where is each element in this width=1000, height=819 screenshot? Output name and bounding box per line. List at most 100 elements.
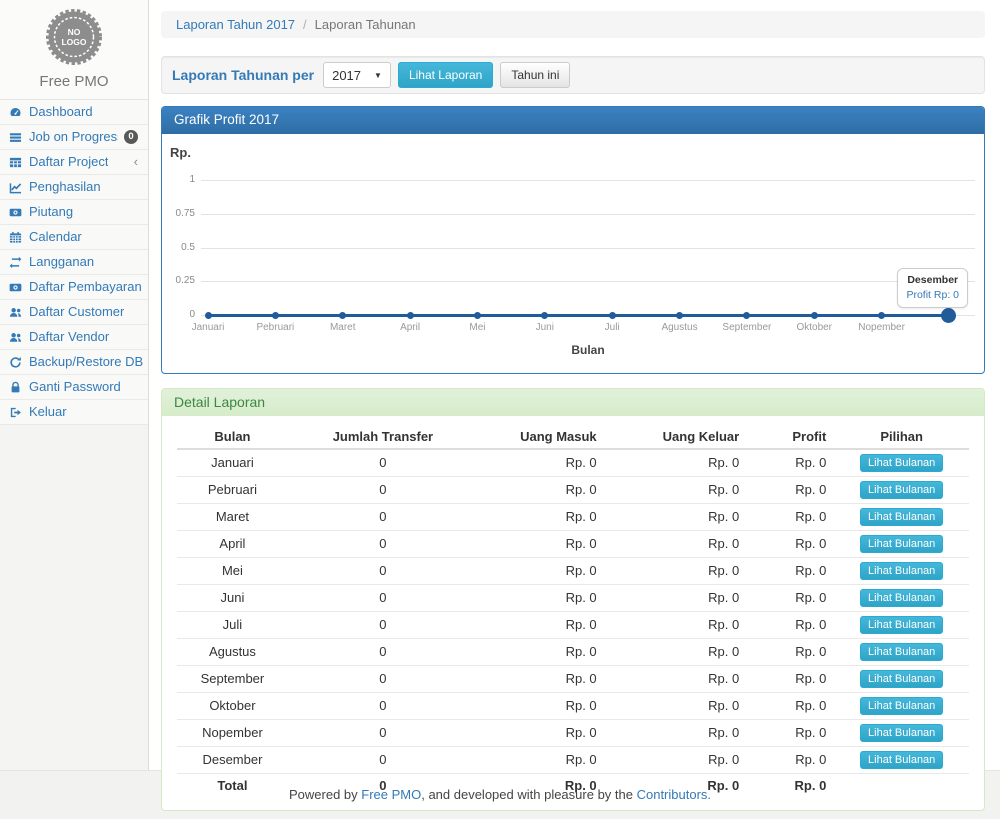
- view-monthly-button[interactable]: Lihat Bulanan: [860, 481, 943, 499]
- chart-tooltip-title: Desember: [906, 273, 959, 288]
- data-point-agustus[interactable]: [676, 312, 683, 319]
- sidebar-item-penghasilan[interactable]: Penghasilan: [0, 175, 148, 200]
- cell-uang-masuk: Rp. 0: [478, 720, 605, 747]
- data-point-maret[interactable]: [339, 312, 346, 319]
- cell-pilihan: Lihat Bulanan: [834, 558, 969, 585]
- data-point-mei[interactable]: [474, 312, 481, 319]
- footer-link-free-pmo[interactable]: Free PMO: [361, 787, 421, 802]
- table-row: Oktober0Rp. 0Rp. 0Rp. 0Lihat Bulanan: [177, 693, 969, 720]
- sidebar-item-keluar[interactable]: Keluar: [0, 400, 148, 425]
- logo-block: NO LOGO Free PMO: [0, 0, 148, 100]
- table-row: Nopember0Rp. 0Rp. 0Rp. 0Lihat Bulanan: [177, 720, 969, 747]
- view-monthly-button[interactable]: Lihat Bulanan: [860, 589, 943, 607]
- table-row: Desember0Rp. 0Rp. 0Rp. 0Lihat Bulanan: [177, 747, 969, 774]
- report-filter-bar: Laporan Tahunan per 2017 ▼ Lihat Laporan…: [161, 56, 985, 94]
- cell-profit: Rp. 0: [747, 693, 834, 720]
- data-point-juni[interactable]: [541, 312, 548, 319]
- view-report-button[interactable]: Lihat Laporan: [398, 62, 493, 88]
- y-tick-label: 0.5: [162, 242, 195, 253]
- breadcrumb-link-laporan-tahun[interactable]: Laporan Tahun 2017: [176, 17, 295, 32]
- sidebar-item-daftar-vendor[interactable]: Daftar Vendor: [0, 325, 148, 350]
- cell-jumlah-transfer: 0: [288, 666, 478, 693]
- view-monthly-button[interactable]: Lihat Bulanan: [860, 508, 943, 526]
- filter-label: Laporan Tahunan per: [172, 67, 314, 83]
- view-monthly-button[interactable]: Lihat Bulanan: [860, 724, 943, 742]
- cell-uang-masuk: Rp. 0: [478, 639, 605, 666]
- cell-pilihan: Lihat Bulanan: [834, 612, 969, 639]
- money-icon: [8, 281, 23, 294]
- view-monthly-button[interactable]: Lihat Bulanan: [860, 670, 943, 688]
- cell-jumlah-transfer: 0: [288, 558, 478, 585]
- sidebar-item-calendar[interactable]: Calendar: [0, 225, 148, 250]
- footer-link-contributors[interactable]: Contributors.: [637, 787, 711, 802]
- view-monthly-button[interactable]: Lihat Bulanan: [860, 562, 943, 580]
- view-monthly-button[interactable]: Lihat Bulanan: [860, 751, 943, 769]
- svg-text:LOGO: LOGO: [61, 37, 86, 47]
- cell-pilihan: Lihat Bulanan: [834, 477, 969, 504]
- detail-panel-title: Detail Laporan: [162, 389, 984, 416]
- no-logo-badge-icon: NO LOGO: [45, 8, 103, 66]
- sidebar-item-label: Job on Progress: [29, 129, 118, 145]
- cell-profit: Rp. 0: [747, 558, 834, 585]
- cell-bulan: Agustus: [177, 639, 288, 666]
- refresh-icon: [8, 356, 23, 369]
- data-point-juli[interactable]: [609, 312, 616, 319]
- cell-profit: Rp. 0: [747, 449, 834, 477]
- table-row: September0Rp. 0Rp. 0Rp. 0Lihat Bulanan: [177, 666, 969, 693]
- cell-uang-keluar: Rp. 0: [605, 747, 748, 774]
- cell-pilihan: Lihat Bulanan: [834, 666, 969, 693]
- sidebar-item-piutang[interactable]: Piutang: [0, 200, 148, 225]
- view-monthly-button[interactable]: Lihat Bulanan: [860, 697, 943, 715]
- cell-profit: Rp. 0: [747, 774, 834, 799]
- view-monthly-button[interactable]: Lihat Bulanan: [860, 454, 943, 472]
- cell-profit: Rp. 0: [747, 612, 834, 639]
- data-point-september[interactable]: [743, 312, 750, 319]
- sidebar-item-label: Piutang: [29, 204, 73, 220]
- cell-pilihan: Lihat Bulanan: [834, 531, 969, 558]
- data-point-nopember[interactable]: [878, 312, 885, 319]
- sidebar-item-label: Daftar Project: [29, 154, 108, 170]
- app-name: Free PMO: [0, 73, 148, 90]
- sidebar-item-backup-restore-db[interactable]: Backup/Restore DB: [0, 350, 148, 375]
- column-header-profit: Profit: [747, 425, 834, 449]
- data-point-januari[interactable]: [205, 312, 212, 319]
- breadcrumb-separator: /: [303, 17, 307, 32]
- sidebar-item-daftar-customer[interactable]: Daftar Customer: [0, 300, 148, 325]
- view-monthly-button[interactable]: Lihat Bulanan: [860, 535, 943, 553]
- cell-pilihan: Lihat Bulanan: [834, 720, 969, 747]
- sidebar-item-langganan[interactable]: Langganan: [0, 250, 148, 275]
- this-year-button[interactable]: Tahun ini: [500, 62, 570, 88]
- cell-uang-keluar: Rp. 0: [605, 449, 748, 477]
- sidebar-item-label: Langganan: [29, 254, 94, 270]
- sidebar-item-dashboard[interactable]: Dashboard: [0, 100, 148, 125]
- view-monthly-button[interactable]: Lihat Bulanan: [860, 643, 943, 661]
- y-tick-label: 0.25: [162, 275, 195, 286]
- profit-chart-panel: Grafik Profit 2017 Rp. Desember Profit R…: [161, 106, 985, 374]
- sidebar-item-label: Backup/Restore DB: [29, 354, 143, 370]
- data-point-pebruari[interactable]: [272, 312, 279, 319]
- cell-profit: Rp. 0: [747, 585, 834, 612]
- cell-bulan: April: [177, 531, 288, 558]
- cell-bulan: Januari: [177, 449, 288, 477]
- view-monthly-button[interactable]: Lihat Bulanan: [860, 616, 943, 634]
- cell-uang-keluar: Rp. 0: [605, 477, 748, 504]
- data-point-desember[interactable]: [941, 308, 956, 323]
- gridline: [201, 180, 975, 181]
- users-icon: [8, 331, 23, 344]
- footer-text-prefix: Powered by: [289, 787, 361, 802]
- sidebar-item-daftar-pembayaran[interactable]: Daftar Pembayaran: [0, 275, 148, 300]
- x-tick-label: Juni: [536, 322, 554, 333]
- year-select[interactable]: 2017 ▼: [323, 62, 391, 88]
- cell-profit: Rp. 0: [747, 477, 834, 504]
- chart-x-axis-title: Bulan: [201, 343, 975, 357]
- data-point-oktober[interactable]: [811, 312, 818, 319]
- sidebar-item-daftar-project[interactable]: Daftar Project‹: [0, 150, 148, 175]
- report-table: Bulan Jumlah Transfer Uang Masuk Uang Ke…: [177, 425, 969, 798]
- sidebar-item-ganti-password[interactable]: Ganti Password: [0, 375, 148, 400]
- cell-uang-keluar: Rp. 0: [605, 558, 748, 585]
- table-row: Januari0Rp. 0Rp. 0Rp. 0Lihat Bulanan: [177, 449, 969, 477]
- sidebar-item-job-on-progress[interactable]: Job on Progress0: [0, 125, 148, 150]
- cell-jumlah-transfer: 0: [288, 585, 478, 612]
- cell-profit: Rp. 0: [747, 747, 834, 774]
- data-point-april[interactable]: [407, 312, 414, 319]
